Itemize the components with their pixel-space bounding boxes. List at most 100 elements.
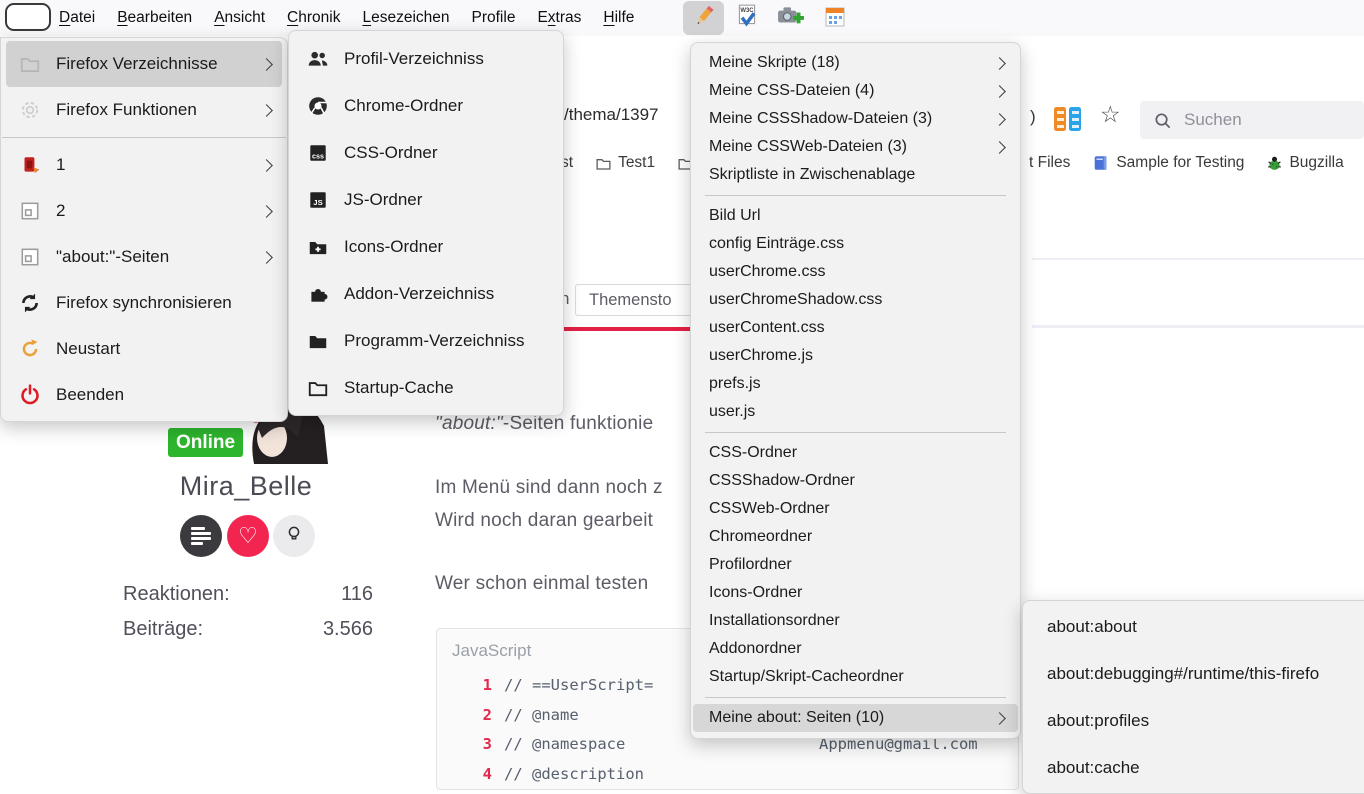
menu4-item-about-profiles[interactable]: about:profiles — [1023, 697, 1364, 744]
menu1-item-2[interactable]: 2 — [1, 188, 287, 234]
menu-separator — [2, 137, 286, 138]
gear-icon — [17, 98, 42, 123]
menubar-item-extras[interactable]: Extras — [526, 9, 592, 27]
menu3-item-userchrome-css[interactable]: userChrome.css — [691, 258, 1020, 286]
chrome-icon — [305, 93, 330, 118]
post-paragraph: Im Menü sind dann noch z — [435, 477, 663, 498]
table-button[interactable] — [822, 6, 848, 32]
menu3-item-usercontent-css[interactable]: userContent.css — [691, 314, 1020, 342]
search-icon — [1155, 112, 1171, 128]
lightbulb-icon — [284, 524, 304, 549]
orange-battery-extension-icon[interactable] — [1054, 107, 1066, 131]
menu1-item-firefox-verzeichnisse[interactable]: Firefox Verzeichnisse — [6, 41, 282, 87]
thread-tab-themenstarter[interactable]: Themensto — [575, 284, 695, 316]
userchromejs-menu-button[interactable] — [683, 1, 724, 35]
menu1-item-firefox-funktionen[interactable]: Firefox Funktionen — [1, 87, 287, 133]
reactions-heart-button[interactable]: ♡ — [227, 515, 269, 557]
menu2-item-profil-verzeichniss[interactable]: Profil-Verzeichniss — [289, 35, 563, 82]
posts-button[interactable] — [180, 515, 222, 557]
menu-bar: Datei Bearbeiten Ansicht Chronik Lesezei… — [0, 0, 1364, 36]
menubar-item-chronik[interactable]: Chronik — [276, 9, 351, 27]
submenu-chevron-icon — [260, 57, 273, 71]
menu1-item-neustart[interactable]: Neustart — [1, 326, 287, 372]
window-frame-icon — [17, 199, 42, 224]
submenu-chevron-icon — [260, 250, 273, 264]
folder-icon — [595, 155, 612, 172]
menubar-item-profile[interactable]: Profile — [461, 9, 527, 27]
menu3-item-profilordner[interactable]: Profilordner — [691, 551, 1020, 579]
menu3-item-meine-cssweb-dateien[interactable]: Meine CSSWeb-Dateien (3) — [691, 133, 1020, 161]
w3c-validator-button[interactable]: W3C — [733, 4, 761, 32]
menubar-item-bearbeiten[interactable]: Bearbeiten — [106, 9, 203, 27]
bookmark-test-files[interactable]: t Files — [1029, 154, 1070, 172]
menu1-item-firefox-synchronisieren[interactable]: Firefox synchronisieren — [1, 280, 287, 326]
power-icon — [17, 383, 42, 408]
menubar-item-ansicht[interactable]: Ansicht — [203, 9, 276, 27]
js-badge-icon: JS — [305, 187, 330, 212]
w3c-check-icon: W3C — [734, 3, 760, 34]
menubar-item-datei[interactable]: Datei — [48, 9, 106, 27]
menu3-item-bild-url[interactable]: Bild Url — [691, 202, 1020, 230]
screenshot-button[interactable] — [776, 4, 806, 32]
menu3-item-skriptliste[interactable]: Skriptliste in Zwischenablage — [691, 161, 1020, 189]
menu4-item-about-about[interactable]: about:about — [1023, 603, 1364, 650]
menu2-item-startup-cache[interactable]: Startup-Cache — [289, 364, 563, 411]
menu3-item-meine-about-seiten[interactable]: Meine about: Seiten (10) — [693, 704, 1018, 732]
menu2-item-css-ordner[interactable]: css CSS-Ordner — [289, 129, 563, 176]
menu1-item-1[interactable]: 1 — [1, 142, 287, 188]
puzzle-icon — [305, 281, 330, 306]
bookmark-star-icon[interactable]: ☆ — [1100, 103, 1121, 126]
menu4-item-about-cache[interactable]: about:cache — [1023, 744, 1364, 791]
menu2-item-programm-verzeichniss[interactable]: Programm-Verzeichniss — [289, 317, 563, 364]
profile-username[interactable]: Mira_Belle — [100, 471, 392, 502]
stat-row-reaktionen: Reaktionen: 116 — [123, 583, 373, 606]
menubar-item-hilfe[interactable]: Hilfe — [592, 9, 645, 27]
menu-separator — [705, 697, 1006, 698]
post-paragraph: Wer schon einmal testen — [435, 573, 649, 594]
menu3-item-installationsordner[interactable]: Installationsordner — [691, 607, 1020, 635]
menu3-item-startup-skript-cacheordner[interactable]: Startup/Skript-Cacheordner — [691, 663, 1020, 691]
address-bar-url-fragment[interactable]: /thema/1397 — [564, 105, 659, 125]
menu3-item-user-js[interactable]: user.js — [691, 398, 1020, 426]
menu3-item-icons-ordner[interactable]: Icons-Ordner — [691, 579, 1020, 607]
submenu-chevron-icon — [260, 204, 273, 218]
bookmark-folder-test1[interactable]: Test1 — [595, 154, 655, 172]
bookmark-sample-for-testing[interactable]: Sample for Testing — [1092, 154, 1244, 172]
menu2-item-icons-ordner[interactable]: Icons-Ordner — [289, 223, 563, 270]
green-bug-icon — [1266, 155, 1283, 172]
menu3-item-chromeordner[interactable]: Chromeordner — [691, 523, 1020, 551]
menu1-item-about-seiten[interactable]: "about:"-Seiten — [1, 234, 287, 280]
menu2-item-js-ordner[interactable]: JS JS-Ordner — [289, 176, 563, 223]
stat-value: 116 — [341, 583, 373, 605]
camera-plus-icon — [777, 3, 805, 34]
search-bar[interactable] — [1140, 101, 1364, 139]
sync-icon — [17, 291, 42, 316]
ideas-button[interactable] — [273, 515, 315, 557]
menu3-item-prefs-js[interactable]: prefs.js — [691, 370, 1020, 398]
blue-battery-extension-icon[interactable] — [1069, 107, 1081, 131]
menu3-item-userchromeshadow-css[interactable]: userChromeShadow.css — [691, 286, 1020, 314]
svg-text:css: css — [312, 152, 324, 160]
menu3-item-meine-css-dateien[interactable]: Meine CSS-Dateien (4) — [691, 77, 1020, 105]
menu3-item-cssweb-ordner[interactable]: CSSWeb-Ordner — [691, 495, 1020, 523]
post-paragraph: "about:"-Seiten funktionie — [435, 413, 654, 434]
menu3-item-css-ordner[interactable]: CSS-Ordner — [691, 439, 1020, 467]
menu3-item-config-eintraege-css[interactable]: config Einträge.css — [691, 230, 1020, 258]
submenu-chevron-icon — [993, 711, 1006, 725]
menu4-item-about-debugging[interactable]: about:debugging#/runtime/this-firefo — [1023, 650, 1364, 697]
menu3-item-addonordner[interactable]: Addonordner — [691, 635, 1020, 663]
menubar-item-lesezeichen[interactable]: Lesezeichen — [351, 9, 460, 27]
blue-book-icon — [1092, 154, 1110, 172]
tab-stub-button[interactable] — [5, 3, 51, 31]
menu1-item-beenden[interactable]: Beenden — [1, 372, 287, 418]
folder-filled-icon — [305, 328, 330, 353]
folder-outline-dark-icon — [305, 375, 330, 400]
menu3-item-meine-cssshadow-dateien[interactable]: Meine CSSShadow-Dateien (3) — [691, 105, 1020, 133]
menu2-item-addon-verzeichniss[interactable]: Addon-Verzeichniss — [289, 270, 563, 317]
search-input[interactable] — [1182, 109, 1346, 131]
menu2-item-chrome-ordner[interactable]: Chrome-Ordner — [289, 82, 563, 129]
menu3-item-userchrome-js[interactable]: userChrome.js — [691, 342, 1020, 370]
bookmark-bugzilla[interactable]: Bugzilla — [1266, 154, 1344, 172]
menu3-item-meine-skripte[interactable]: Meine Skripte (18) — [691, 49, 1020, 77]
menu3-item-cssshadow-ordner[interactable]: CSSShadow-Ordner — [691, 467, 1020, 495]
